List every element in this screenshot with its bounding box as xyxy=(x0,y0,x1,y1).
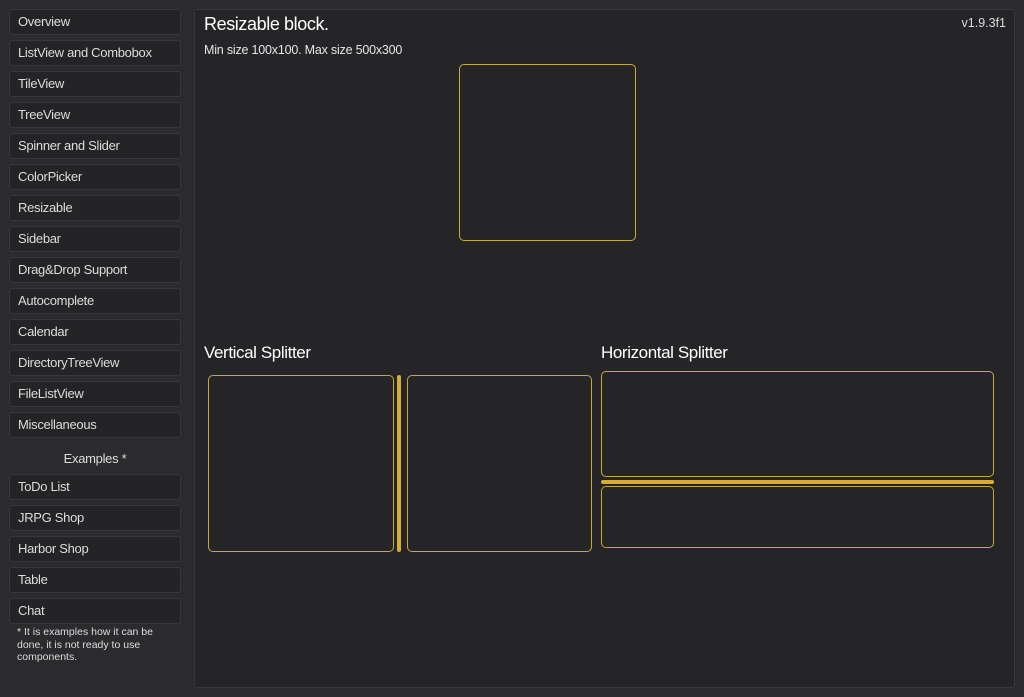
sidebar-item-directorytreeview[interactable]: DirectoryTreeView xyxy=(9,350,181,376)
horizontal-splitter-title: Horizontal Splitter xyxy=(601,343,728,362)
sidebar-item-treeview[interactable]: TreeView xyxy=(9,102,181,128)
sidebar-item-miscellaneous[interactable]: Miscellaneous xyxy=(9,412,181,438)
sidebar-item-tileview[interactable]: TileView xyxy=(9,71,181,97)
sidebar-item-chat[interactable]: Chat xyxy=(9,598,181,624)
examples-header: Examples * xyxy=(63,451,127,466)
vertical-splitter-left-pane xyxy=(208,375,394,552)
sidebar-item-spinner-slider[interactable]: Spinner and Slider xyxy=(9,133,181,159)
horizontal-splitter-handle[interactable] xyxy=(601,480,994,484)
horizontal-splitter-top-pane xyxy=(601,371,994,477)
sidebar-item-overview[interactable]: Overview xyxy=(9,9,181,35)
main-panel: Resizable block. v1.9.3f1 Min size 100x1… xyxy=(194,9,1015,688)
sidebar-item-drag-drop[interactable]: Drag&Drop Support xyxy=(9,257,181,283)
sidebar-item-todo-list[interactable]: ToDo List xyxy=(9,474,181,500)
app-window: Overview ListView and Combobox TileView … xyxy=(0,0,1024,697)
sidebar-item-calendar[interactable]: Calendar xyxy=(9,319,181,345)
resizable-block[interactable] xyxy=(459,64,636,241)
sidebar-item-resizable[interactable]: Resizable xyxy=(9,195,181,221)
vertical-splitter-title: Vertical Splitter xyxy=(204,343,311,362)
sidebar-item-listview-combobox[interactable]: ListView and Combobox xyxy=(9,40,181,66)
sidebar-item-colorpicker[interactable]: ColorPicker xyxy=(9,164,181,190)
vertical-splitter-handle[interactable] xyxy=(397,375,401,552)
page-title: Resizable block. xyxy=(204,14,329,34)
sidebar-item-autocomplete[interactable]: Autocomplete xyxy=(9,288,181,314)
horizontal-splitter-bottom-pane xyxy=(601,486,994,548)
examples-note: * It is examples how it can be done, it … xyxy=(17,626,153,663)
sidebar-item-harbor-shop[interactable]: Harbor Shop xyxy=(9,536,181,562)
sidebar-item-sidebar[interactable]: Sidebar xyxy=(9,226,181,252)
sidebar-item-table[interactable]: Table xyxy=(9,567,181,593)
resizable-size-info: Min size 100x100. Max size 500x300 xyxy=(204,43,403,57)
sidebar-item-filelistview[interactable]: FileListView xyxy=(9,381,181,407)
version-label: v1.9.3f1 xyxy=(961,16,1006,30)
sidebar-item-jrpg-shop[interactable]: JRPG Shop xyxy=(9,505,181,531)
vertical-splitter-right-pane xyxy=(407,375,592,552)
